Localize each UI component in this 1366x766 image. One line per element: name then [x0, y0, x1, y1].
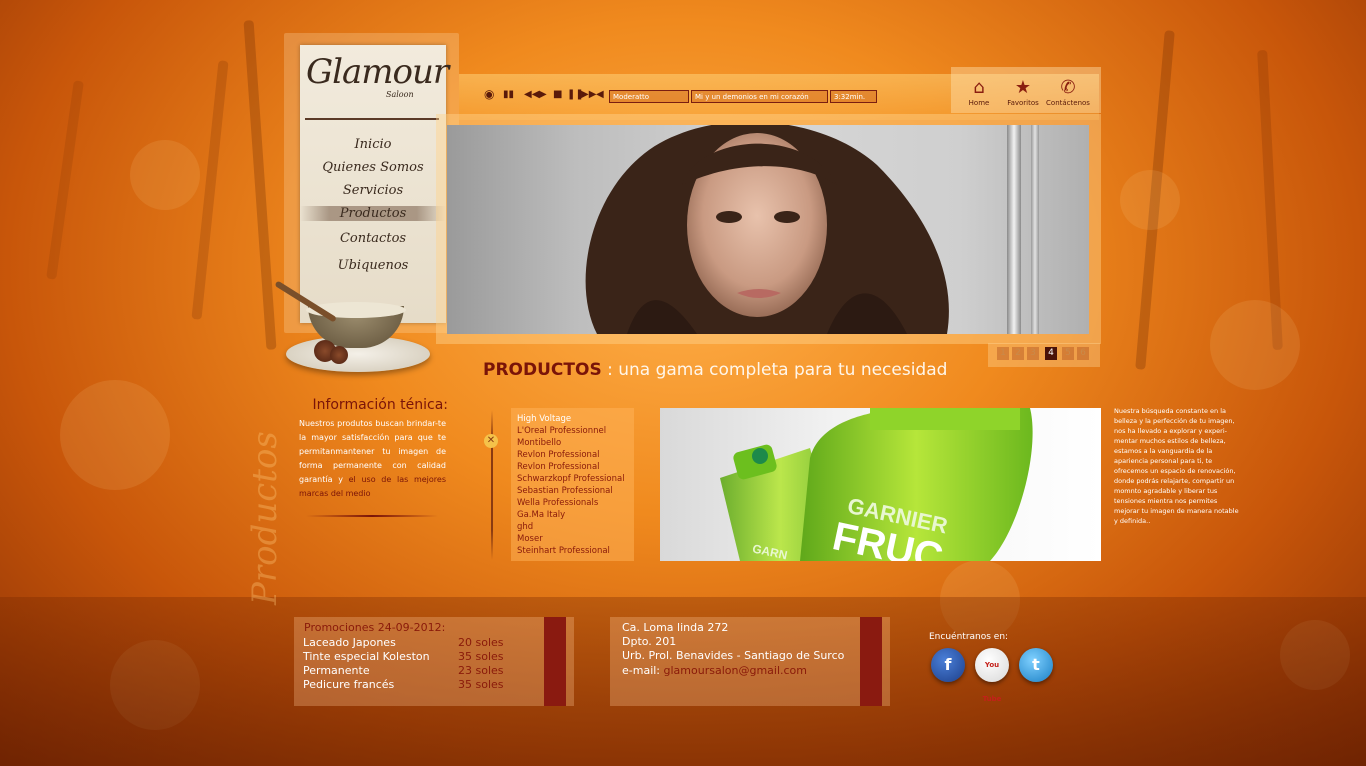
- star-icon: ★: [1014, 77, 1032, 98]
- play-icon[interactable]: ▶: [539, 89, 547, 100]
- promo-item-name: Laceado Japones: [303, 636, 396, 649]
- hero-image: [447, 125, 1089, 334]
- product-bottles: GARNIER FRUC GARN: [720, 408, 1033, 561]
- nav-favoritos[interactable]: ★ Favoritos: [1006, 77, 1040, 108]
- promo-title: Promociones 24-09-2012:: [304, 621, 446, 634]
- twitter-icon[interactable]: t: [1019, 648, 1053, 682]
- section-title-text: : una gama completa para tu necesidad: [601, 360, 948, 380]
- brand-item[interactable]: Sebastian Professional: [517, 486, 613, 496]
- address-accent: [860, 617, 882, 706]
- brand-item[interactable]: Revlon Professional: [517, 450, 600, 460]
- promo-accent: [544, 617, 566, 706]
- previous-icon[interactable]: ◀: [596, 89, 604, 100]
- brand-item[interactable]: Montibello: [517, 438, 561, 448]
- pager-dot-4[interactable]: 4: [1045, 347, 1057, 360]
- menu-item-productos[interactable]: Productos: [300, 206, 446, 221]
- brand-item[interactable]: Schwarzkopf Professional: [517, 474, 625, 484]
- nav-home[interactable]: ⌂ Home: [966, 77, 992, 108]
- brand-item[interactable]: High Voltage: [517, 414, 571, 424]
- close-icon[interactable]: ✕: [484, 434, 498, 448]
- email-link[interactable]: glamoursalon@gmail.com: [664, 664, 808, 677]
- brand-item[interactable]: L'Oreal Professionnel: [517, 426, 606, 436]
- info-title: Información ténica:: [312, 397, 448, 413]
- pager-dot-2[interactable]: 2: [1012, 347, 1024, 360]
- nav-favoritos-label: Favoritos: [1007, 99, 1039, 107]
- rewind-icon[interactable]: ◀◀: [524, 89, 539, 100]
- player-time: 3:32min.: [830, 90, 877, 103]
- brand-item[interactable]: Revlon Professional: [517, 462, 600, 472]
- menu-item-contactos[interactable]: Contactos: [300, 231, 446, 246]
- promo-item-name: Permanente: [303, 664, 370, 677]
- email-line: e-mail: glamoursalon@gmail.com: [622, 664, 807, 677]
- menu-item-servicios[interactable]: Servicios: [300, 183, 446, 198]
- vertical-divider: [491, 410, 493, 560]
- hero-portrait: [585, 125, 1039, 334]
- address-line-2: Dpto. 201: [622, 635, 677, 648]
- address-line-1: Ca. Loma linda 272: [622, 621, 729, 634]
- promo-item-price: 20 soles: [458, 636, 504, 649]
- pager-dot-5[interactable]: 5: [1062, 347, 1074, 360]
- home-icon: ⌂: [973, 77, 985, 98]
- promo-item-price: 35 soles: [458, 650, 504, 663]
- phone-icon: ✆: [1060, 77, 1076, 98]
- youtube-icon[interactable]: You Tube: [975, 648, 1009, 703]
- promo-item-price: 35 soles: [458, 678, 504, 691]
- forward-icon[interactable]: ▶▶: [581, 89, 596, 100]
- player-track: Mi y un demonios en mi corazón: [691, 90, 828, 103]
- social-label: Encuéntranos en:: [929, 632, 1009, 642]
- logo-divider: [305, 118, 439, 120]
- stop-icon[interactable]: ■: [553, 89, 562, 100]
- twitter-icon-glyph: t: [1032, 655, 1040, 674]
- section-title: PRODUCTOS : una gama completa para tu ne…: [483, 360, 947, 380]
- pager-dot-3[interactable]: 3: [1027, 347, 1039, 360]
- menu-item-inicio[interactable]: Inicio: [300, 137, 446, 152]
- section-title-emphasis: PRODUCTOS: [483, 360, 602, 380]
- brand-item[interactable]: Ga.Ma Italy: [517, 510, 565, 520]
- pager-dot-1[interactable]: 1: [997, 347, 1009, 360]
- player-artist: Moderatto: [609, 90, 689, 103]
- nav-contactenos[interactable]: ✆ Contáctenos: [1046, 77, 1090, 108]
- logo-text: Glamour: [306, 52, 449, 92]
- brand-item[interactable]: Wella Professionals: [517, 498, 598, 508]
- volume-icon[interactable]: ◉: [484, 87, 494, 101]
- pager-dot-6[interactable]: 6: [1077, 347, 1089, 360]
- info-divider: [306, 515, 438, 517]
- promo-item-name: Pedicure francés: [303, 678, 395, 691]
- menu-item-quienes-somos[interactable]: Quienes Somos: [300, 160, 446, 175]
- promo-item-name: Tinte especial Koleston: [303, 650, 430, 663]
- product-image: GARNIER FRUC GARN: [660, 408, 1101, 561]
- logo[interactable]: Glamour Saloon: [306, 52, 449, 104]
- brand-item[interactable]: Steinhart Professional: [517, 546, 610, 556]
- facebook-icon-glyph: f: [944, 655, 952, 674]
- facebook-icon[interactable]: f: [931, 648, 965, 682]
- logo-subtitle: Saloon: [386, 90, 414, 99]
- equalizer-icon[interactable]: ▮▮: [503, 89, 514, 100]
- brand-item[interactable]: ghd: [517, 522, 533, 532]
- email-label: e-mail:: [622, 664, 664, 677]
- address-line-3: Urb. Prol. Benavides - Santiago de Surco: [622, 649, 845, 662]
- description-text: Nuestra búsqueda constante en la belleza…: [1114, 407, 1239, 525]
- nav-contactenos-label: Contáctenos: [1046, 99, 1090, 107]
- nav-home-label: Home: [968, 99, 990, 107]
- menu-item-ubiquenos[interactable]: Ubiquenos: [300, 258, 446, 273]
- vertical-section-word: Productos: [245, 431, 285, 605]
- promo-item-price: 23 soles: [458, 664, 504, 677]
- brand-item[interactable]: Moser: [517, 534, 543, 544]
- info-text: Nuestros produtos buscan brindar-te la m…: [299, 417, 446, 501]
